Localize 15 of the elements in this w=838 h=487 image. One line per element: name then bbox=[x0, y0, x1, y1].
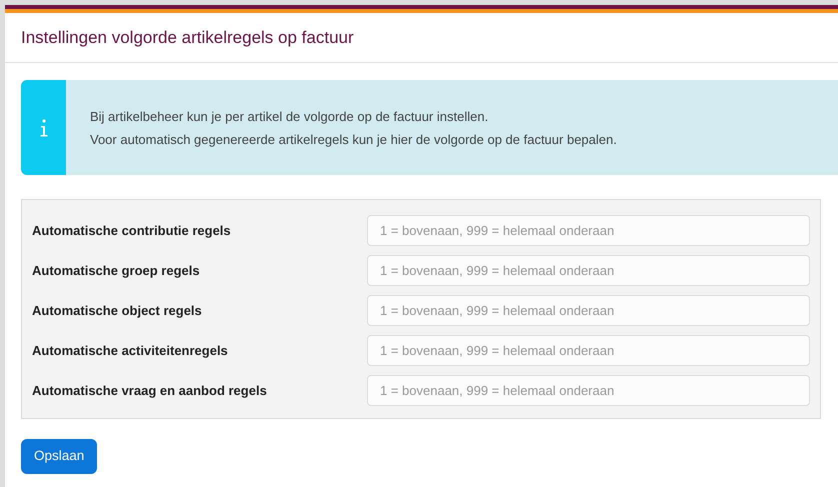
input-field[interactable]: 1 = bovenaan, 999 = helemaal onderaan bbox=[367, 334, 810, 366]
field-label: Automatische activiteitenregels bbox=[32, 342, 229, 360]
field-label: Automatische object regels bbox=[32, 302, 203, 320]
input-field[interactable]: 1 = bovenaan, 999 = helemaal onderaan bbox=[367, 214, 810, 246]
input-field[interactable]: 1 = bovenaan, 999 = helemaal onderaan bbox=[367, 374, 810, 406]
info-text: Voor automatisch gegenereerde artikelregels kun je hier de volgorde op de factuur bepalen. bbox=[90, 131, 617, 150]
save-button[interactable]: Opslaan bbox=[21, 439, 98, 474]
input-field[interactable]: 1 = bovenaan, 999 = helemaal onderaan bbox=[367, 254, 810, 286]
field-label: Automatische contributie regels bbox=[32, 222, 232, 240]
info-icon bbox=[21, 80, 66, 176]
field-label: Automatische vraag en aanbod regels bbox=[32, 382, 268, 400]
page-title: Instellingen volgorde artikelregels op factuur bbox=[5, 13, 838, 64]
input-field[interactable]: 1 = bovenaan, 999 = helemaal onderaan bbox=[367, 294, 810, 326]
info-text: Bij artikelbeheer kun je per artikel de volgorde op de factuur instellen. bbox=[90, 108, 490, 126]
field-label: Automatische groep regels bbox=[32, 262, 201, 280]
